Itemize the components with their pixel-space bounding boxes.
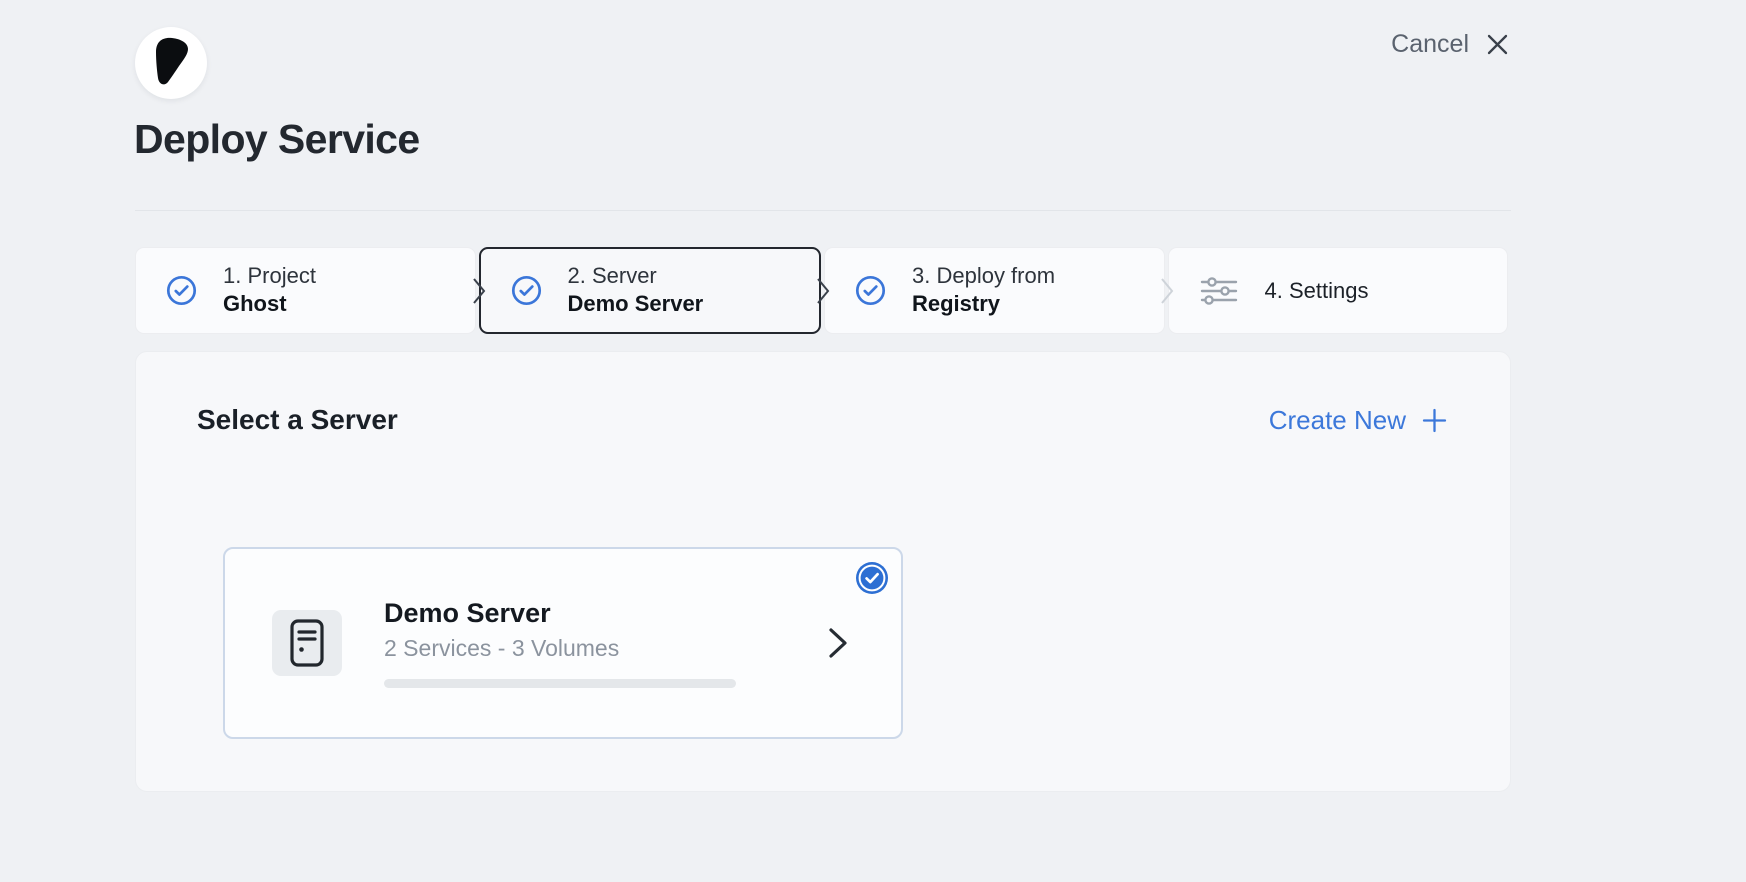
tab-value: Demo Server [568, 290, 704, 319]
logo-glyph-icon [135, 27, 207, 99]
tab-value: Ghost [223, 290, 316, 319]
deploy-service-modal: Cancel Deploy Service 1. Project Ghost [0, 0, 1746, 882]
close-icon[interactable] [1485, 32, 1510, 57]
step-tabs: 1. Project Ghost 2. Server Demo Server [135, 247, 1511, 334]
select-server-panel: Select a Server Create New [135, 351, 1511, 792]
chevron-right-icon[interactable] [827, 627, 849, 659]
create-new-label: Create New [1269, 405, 1406, 436]
cancel-button[interactable]: Cancel [1391, 30, 1510, 59]
server-meta: 2 Services - 3 Volumes [384, 635, 736, 662]
plus-icon [1421, 407, 1448, 434]
tab-project[interactable]: 1. Project Ghost [135, 247, 476, 334]
server-usage-progressbar [384, 679, 736, 688]
check-circle-icon [855, 275, 886, 306]
tab-label: 2. Server [568, 262, 704, 290]
tab-deploy-from-text: 3. Deploy from Registry [912, 262, 1055, 318]
create-new-button[interactable]: Create New [1269, 405, 1448, 436]
page-title: Deploy Service [134, 116, 420, 163]
check-circle-icon [166, 275, 197, 306]
app-logo [135, 27, 207, 99]
step-separator-chevron-icon [1159, 276, 1175, 306]
tab-server[interactable]: 2. Server Demo Server [479, 247, 822, 334]
tab-server-text: 2. Server Demo Server [568, 262, 704, 318]
tab-project-text: 1. Project Ghost [223, 262, 316, 318]
tab-settings[interactable]: 4. Settings [1168, 247, 1509, 334]
server-name: Demo Server [384, 598, 736, 629]
tab-value: Registry [912, 290, 1055, 319]
step-separator-chevron-icon [815, 276, 831, 306]
tab-deploy-from[interactable]: 3. Deploy from Registry [824, 247, 1165, 334]
server-card-demo-server[interactable]: Demo Server 2 Services - 3 Volumes [223, 547, 903, 739]
sliders-icon [1199, 275, 1239, 307]
selected-check-badge-icon [855, 561, 889, 595]
check-circle-icon [511, 275, 542, 306]
cancel-label: Cancel [1391, 30, 1469, 59]
step-separator-chevron-icon [471, 276, 487, 306]
tab-label: 4. Settings [1265, 278, 1369, 304]
panel-heading: Select a Server [197, 404, 398, 436]
header-divider [135, 210, 1511, 211]
tab-label: 1. Project [223, 262, 316, 290]
panel-header: Select a Server Create New [136, 352, 1510, 436]
tab-label: 3. Deploy from [912, 262, 1055, 290]
server-card-text: Demo Server 2 Services - 3 Volumes [384, 598, 736, 688]
server-icon [272, 610, 342, 676]
